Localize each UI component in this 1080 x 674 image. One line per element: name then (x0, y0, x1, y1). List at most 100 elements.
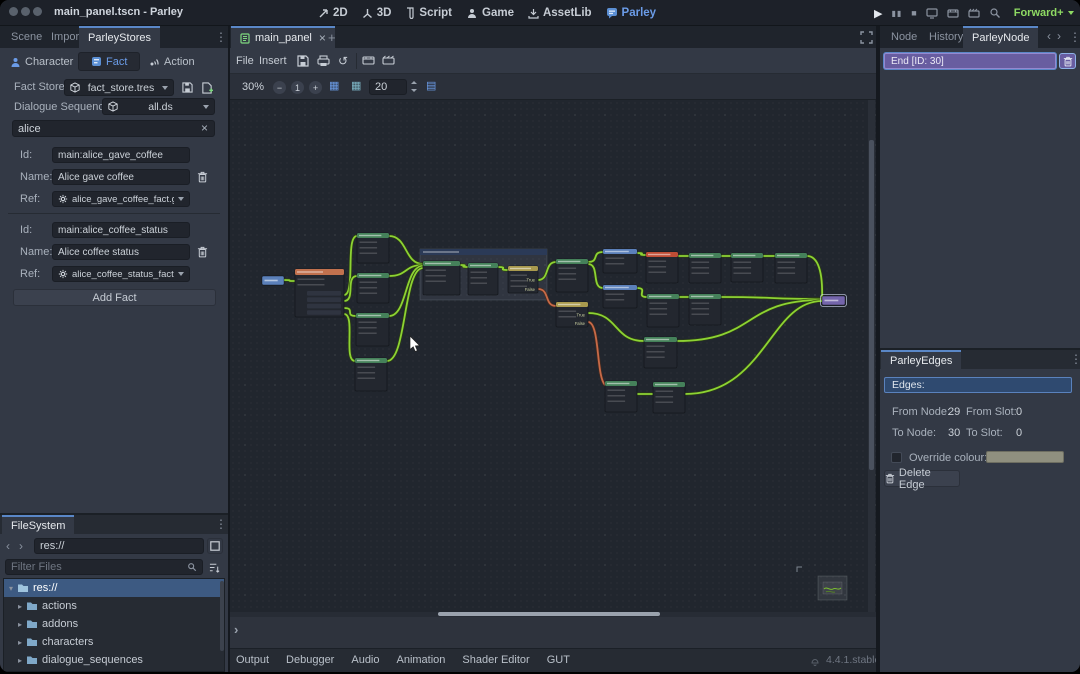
graph-edge[interactable] (721, 297, 822, 299)
graph-node-d7[interactable] (556, 259, 588, 292)
v-scrollbar-thumb[interactable] (869, 140, 874, 470)
close-icon[interactable]: × (319, 31, 326, 45)
menu-insert[interactable]: Insert (259, 55, 287, 67)
minimap-toggle-icon[interactable]: ▤ (426, 81, 436, 92)
fact-store-select[interactable]: fact_store.tres (64, 79, 174, 96)
spin-up-icon[interactable] (411, 81, 417, 84)
tree-scrollbar[interactable] (220, 581, 224, 651)
character-store-button[interactable]: Character (10, 53, 73, 71)
tree-item-dialogue-sequences[interactable]: ▸ dialogue_sequences (4, 651, 224, 669)
graph-node-d15[interactable] (653, 382, 685, 413)
tree-item-res[interactable]: ▾ res:// (4, 579, 224, 597)
delete-node-button[interactable] (1059, 53, 1076, 69)
graph-node-d4[interactable] (355, 358, 387, 391)
graph-edge[interactable] (637, 288, 647, 297)
new-tab-button[interactable]: + (328, 30, 336, 45)
graph-node-d3[interactable] (356, 313, 389, 346)
tree-item-characters[interactable]: ▸ characters (4, 633, 224, 651)
filesystem-menu-icon[interactable]: ⋮ (215, 517, 227, 531)
expand-icon[interactable]: ▸ (18, 656, 22, 665)
notification-bell-icon[interactable] (810, 655, 820, 666)
clapper-icon[interactable] (968, 8, 980, 19)
dialogue-sequence-select[interactable]: all.ds (102, 98, 215, 115)
graph-edge[interactable] (588, 252, 603, 262)
delete-edge-button[interactable]: Delete Edge (884, 470, 960, 487)
tabs-prev-icon[interactable]: ‹ (1047, 29, 1051, 43)
filter-files-input[interactable] (5, 559, 203, 575)
delete-fact-button[interactable] (193, 243, 211, 261)
workspace-3d-button[interactable]: 3D (362, 7, 392, 19)
expand-icon[interactable]: ▸ (18, 602, 22, 611)
override-colour-checkbox[interactable] (891, 452, 902, 463)
delete-fact-button[interactable] (193, 168, 211, 186)
nav-back-icon[interactable]: ‹ (6, 539, 10, 553)
graph-edge[interactable] (389, 236, 423, 264)
graph-edge[interactable] (344, 276, 357, 301)
fact-id-field[interactable]: main:alice_gave_coffee (52, 147, 190, 163)
refresh-button[interactable]: ↺ (338, 54, 348, 68)
filesystem-path-input[interactable] (34, 538, 204, 554)
print-button[interactable] (317, 55, 330, 67)
fact-store-button[interactable]: Fact (78, 52, 140, 71)
fact-name-field[interactable]: Alice coffee status (52, 244, 190, 260)
pause-button[interactable]: ▮▮ (891, 9, 902, 18)
graph-edge[interactable] (284, 280, 295, 281)
graph-node-end[interactable] (821, 295, 847, 307)
graph-node-match[interactable] (295, 269, 344, 317)
tab-parley-node[interactable]: ParleyNode (963, 26, 1038, 48)
zoom-in-button[interactable]: + (309, 81, 322, 94)
left-divider[interactable] (228, 26, 230, 672)
selected-node-bar[interactable]: End [ID: 30] (884, 53, 1056, 69)
fact-search-input[interactable] (12, 120, 215, 137)
spin-down-icon[interactable] (411, 89, 417, 92)
record-dialogue-button[interactable] (362, 55, 375, 66)
renderer-select[interactable]: Forward+ (1014, 7, 1074, 19)
menu-file[interactable]: File (236, 55, 254, 67)
tree-item-actions[interactable]: ▸ actions (4, 597, 224, 615)
graph-node-d5[interactable] (423, 261, 460, 295)
snap-toggle-icon[interactable]: ▦ (329, 81, 339, 92)
tab-parley-edges[interactable]: ParleyEdges (881, 350, 961, 369)
right-divider[interactable] (876, 26, 880, 672)
graph-node-d12[interactable] (689, 294, 721, 325)
graph-node-c2[interactable]: TrueFalse (556, 302, 588, 327)
play-button[interactable]: ▶ (874, 7, 882, 20)
bottom-panel-gut[interactable]: GUT (547, 654, 570, 666)
graph-edge[interactable] (588, 264, 603, 288)
expand-bottom-panel-icon[interactable]: › (234, 622, 238, 637)
graph-node-d11[interactable] (647, 294, 679, 327)
workspace-2d-button[interactable]: 2D (318, 7, 348, 19)
grid-toggle-icon[interactable]: ▦ (351, 81, 361, 92)
bottom-panel-audio[interactable]: Audio (351, 654, 379, 666)
graph-node-d9[interactable] (731, 253, 763, 282)
right-dock-menu-icon[interactable]: ⋮ (1069, 30, 1080, 44)
movie-maker-icon[interactable] (947, 8, 959, 19)
zoom-reset-button[interactable]: 1 (291, 81, 304, 94)
graph-node-c1[interactable]: TrueFalse (508, 266, 538, 293)
graph-minimap[interactable] (818, 576, 847, 600)
h-scrollbar-thumb[interactable] (438, 612, 660, 616)
add-fact-button[interactable]: Add Fact (13, 289, 216, 306)
zoom-out-button[interactable]: − (273, 81, 286, 94)
tabs-next-icon[interactable]: › (1057, 29, 1061, 43)
bottom-panel-animation[interactable]: Animation (397, 654, 446, 666)
window-close-button[interactable] (9, 7, 18, 16)
graph-node-d8[interactable] (689, 253, 721, 283)
graph-node-d6[interactable] (468, 263, 498, 295)
tab-parley-stores[interactable]: ParleyStores (79, 26, 160, 48)
bottom-panel-debugger[interactable]: Debugger (286, 654, 334, 666)
fact-ref-select[interactable]: alice_gave_coffee_fact.g (52, 191, 190, 207)
graph-node-d2[interactable] (357, 273, 389, 303)
stop-button[interactable]: ■ (911, 8, 916, 18)
bottom-panel-shader-editor[interactable]: Shader Editor (462, 654, 529, 666)
workspace-assetlib-button[interactable]: AssetLib (528, 7, 592, 19)
fact-id-field[interactable]: main:alice_coffee_status (52, 222, 190, 238)
nav-forward-icon[interactable]: › (19, 539, 23, 553)
graph-node-b1[interactable] (603, 249, 637, 273)
new-fact-store-button[interactable] (199, 79, 215, 96)
workspace-script-button[interactable]: Script (405, 7, 452, 19)
override-colour-swatch[interactable] (986, 451, 1064, 463)
clear-search-icon[interactable]: × (201, 121, 208, 135)
fact-ref-select[interactable]: alice_coffee_status_fact. (52, 266, 190, 282)
action-store-button[interactable]: Action (148, 53, 195, 71)
